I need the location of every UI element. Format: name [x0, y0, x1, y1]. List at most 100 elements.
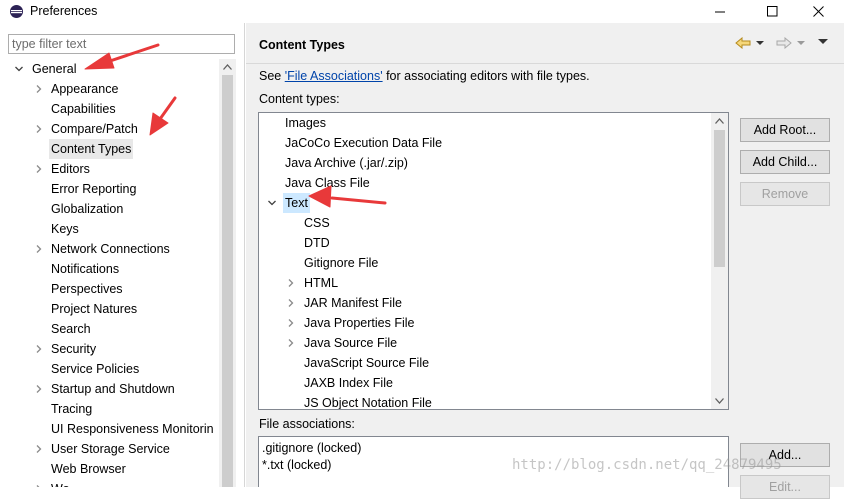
- maximize-icon: [766, 6, 777, 17]
- add-child-button[interactable]: Add Child...: [740, 150, 830, 174]
- chevron-right-icon[interactable]: [35, 385, 43, 393]
- header-separator: [246, 63, 844, 64]
- content-type-item[interactable]: JS Object Notation File: [259, 393, 713, 409]
- filter-input[interactable]: [8, 34, 235, 54]
- file-associations-label: File associations:: [259, 417, 355, 431]
- tree-item-label: Service Policies: [51, 362, 140, 376]
- tree-item[interactable]: Wo: [0, 479, 219, 487]
- tree-item[interactable]: Notifications: [0, 259, 219, 279]
- preference-navigation-pane: General Appearance Capabilities Compare/Pat…: [0, 23, 245, 487]
- back-arrow-icon: [735, 37, 751, 49]
- tree-item[interactable]: Compare/Patch: [0, 119, 219, 139]
- scroll-down-arrow[interactable]: [711, 393, 728, 409]
- list-item[interactable]: *.txt (locked): [262, 457, 331, 474]
- tree-item[interactable]: General: [0, 59, 219, 79]
- tree-item-label: UI Responsiveness Monitorin: [51, 422, 214, 436]
- forward-nav[interactable]: [776, 37, 806, 49]
- file-associations-link[interactable]: 'File Associations': [285, 69, 383, 83]
- remove-button[interactable]: Remove: [740, 182, 830, 206]
- tree-item-label: Web Browser: [51, 462, 126, 476]
- chevron-right-icon[interactable]: [35, 125, 43, 133]
- list-item[interactable]: .gitignore (locked): [262, 440, 361, 457]
- tree-item[interactable]: Globalization: [0, 199, 219, 219]
- content-type-item[interactable]: JavaScript Source File: [259, 353, 713, 373]
- tree-item-label: Tracing: [51, 402, 93, 416]
- chevron-right-icon[interactable]: [35, 345, 43, 353]
- content-type-item[interactable]: CSS: [259, 213, 713, 233]
- edit-button[interactable]: Edit...: [740, 475, 830, 499]
- page-description: See 'File Associations' for associating …: [259, 69, 590, 83]
- dropdown-arrow-icon: [756, 41, 764, 45]
- content-type-item[interactable]: Java Source File: [259, 333, 713, 353]
- tree-item[interactable]: Keys: [0, 219, 219, 239]
- chevron-right-icon[interactable]: [35, 165, 43, 173]
- content-type-item[interactable]: Java Class File: [259, 173, 713, 193]
- scroll-up-arrow[interactable]: [219, 59, 236, 75]
- back-nav[interactable]: [735, 37, 765, 49]
- content-type-item[interactable]: HTML: [259, 273, 713, 293]
- tree-item-label: Startup and Shutdown: [51, 382, 175, 396]
- tree-item[interactable]: Capabilities: [0, 99, 219, 119]
- tree-item[interactable]: Security: [0, 339, 219, 359]
- chevron-right-icon[interactable]: [287, 279, 295, 287]
- chevron-right-icon[interactable]: [287, 339, 295, 347]
- tree-item[interactable]: Content Types: [0, 139, 219, 159]
- tree-item[interactable]: Web Browser: [0, 459, 219, 479]
- chevron-right-icon[interactable]: [287, 299, 295, 307]
- close-icon: [812, 6, 824, 17]
- content-types-tree: Images JaCoCo Execution Data File Java Arc…: [258, 112, 729, 410]
- tree-item[interactable]: Appearance: [0, 79, 219, 99]
- tree-item[interactable]: Network Connections: [0, 239, 219, 259]
- chevron-up-icon: [223, 64, 232, 70]
- tree-item[interactable]: Editors: [0, 159, 219, 179]
- content-type-item[interactable]: DTD: [259, 233, 713, 253]
- page-title: Content Types: [259, 38, 345, 52]
- tree-item-label: Keys: [51, 222, 79, 236]
- scrollbar-thumb[interactable]: [714, 130, 725, 267]
- scroll-up-arrow[interactable]: [711, 113, 728, 129]
- tree-item[interactable]: Search: [0, 319, 219, 339]
- chevron-right-icon[interactable]: [35, 445, 43, 453]
- tree-item-label: Compare/Patch: [51, 122, 138, 136]
- chevron-right-icon[interactable]: [287, 319, 295, 327]
- content-type-item[interactable]: Java Archive (.jar/.zip): [259, 153, 713, 173]
- content-type-label: Images: [285, 116, 326, 130]
- chevron-down-icon[interactable]: [15, 65, 23, 73]
- content-type-item[interactable]: Gitignore File: [259, 253, 713, 273]
- close-button[interactable]: [800, 0, 836, 23]
- content-type-item[interactable]: Images: [259, 113, 713, 133]
- content-type-item[interactable]: JAR Manifest File: [259, 293, 713, 313]
- maximize-button[interactable]: [754, 0, 790, 23]
- content-type-item[interactable]: JAXB Index File: [259, 373, 713, 393]
- preference-tree: General Appearance Capabilities Compare/Pat…: [0, 59, 219, 487]
- tree-item[interactable]: UI Responsiveness Monitorin: [0, 419, 219, 439]
- content-type-item[interactable]: Java Properties File: [259, 313, 713, 333]
- add-root-button[interactable]: Add Root...: [740, 118, 830, 142]
- view-menu-button[interactable]: [818, 37, 828, 45]
- tree-item[interactable]: Startup and Shutdown: [0, 379, 219, 399]
- tree-item[interactable]: Service Policies: [0, 359, 219, 379]
- tree-item-label: Appearance: [51, 82, 119, 96]
- content-type-item[interactable]: Text: [259, 193, 713, 213]
- chevron-right-icon[interactable]: [35, 245, 43, 253]
- tree-item-label: User Storage Service: [51, 442, 170, 456]
- content-type-label: Java Archive (.jar/.zip): [285, 156, 408, 170]
- chevron-up-icon: [715, 118, 724, 124]
- minimize-button[interactable]: [702, 0, 738, 23]
- view-menu-icon: [818, 39, 828, 44]
- chevron-down-icon: [715, 398, 724, 404]
- tree-item[interactable]: Project Natures: [0, 299, 219, 319]
- tree-item[interactable]: Error Reporting: [0, 179, 219, 199]
- chevron-down-icon[interactable]: [268, 199, 276, 207]
- minimize-icon: [714, 11, 725, 13]
- tree-item[interactable]: User Storage Service: [0, 439, 219, 459]
- tree-item[interactable]: Tracing: [0, 399, 219, 419]
- scrollbar-thumb[interactable]: [222, 75, 233, 487]
- tree-item-label: Security: [51, 342, 97, 356]
- content-type-label: DTD: [304, 236, 330, 250]
- left-tree-scrollbar[interactable]: [219, 59, 236, 487]
- tree-item[interactable]: Perspectives: [0, 279, 219, 299]
- content-types-scrollbar[interactable]: [711, 113, 728, 409]
- content-type-item[interactable]: JaCoCo Execution Data File: [259, 133, 713, 153]
- chevron-right-icon[interactable]: [35, 85, 43, 93]
